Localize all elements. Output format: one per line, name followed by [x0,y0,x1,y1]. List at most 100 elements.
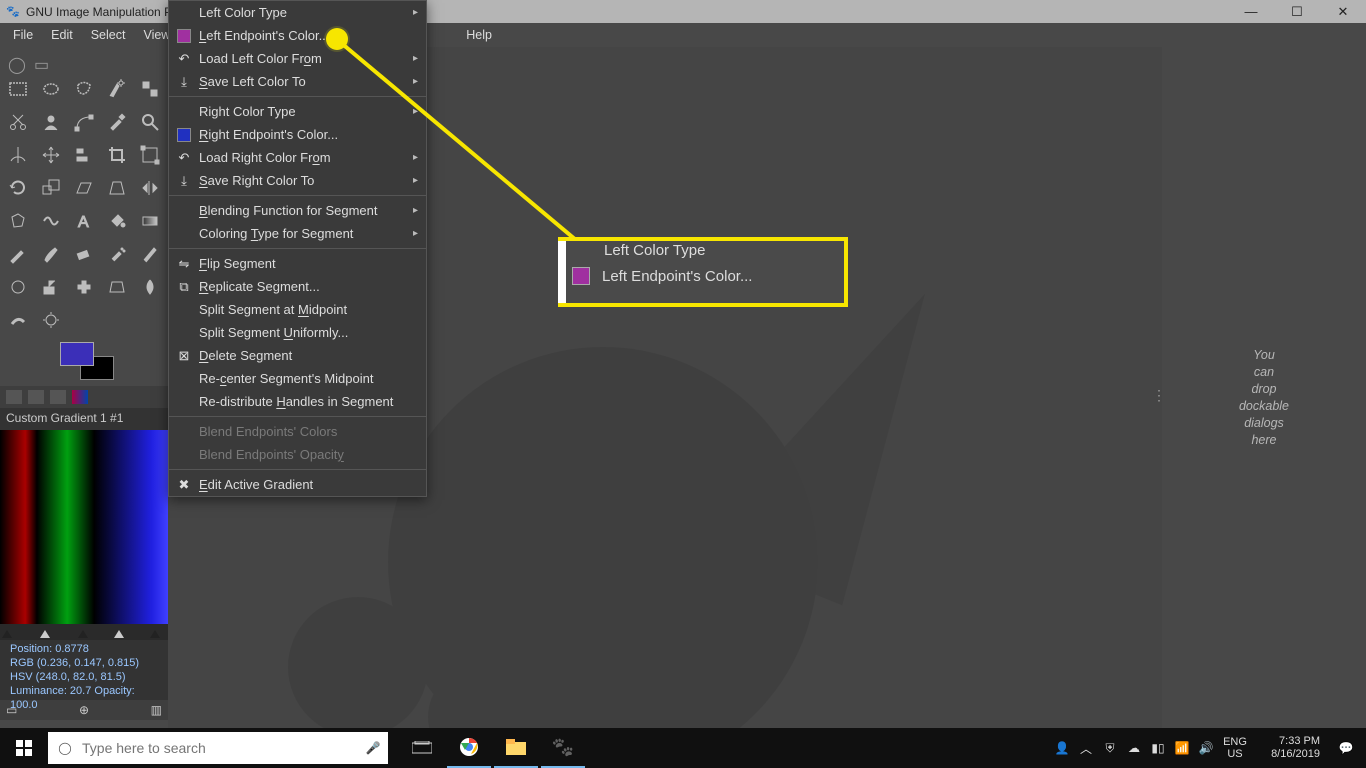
menu-right-color-type[interactable]: Right Color Type▸ [169,100,426,123]
tool-fuzzy-select[interactable] [101,73,133,105]
tool-paths[interactable] [68,106,100,138]
menu-load-right-color-from[interactable]: ↶Load Right Color From▸ [169,146,426,169]
window-maximize-button[interactable]: ☐ [1274,0,1320,23]
menu-split-uniformly[interactable]: Split Segment Uniformly... [169,321,426,344]
tool-shear[interactable] [68,172,100,204]
tool-measure[interactable] [2,139,34,171]
tool-warp[interactable] [35,205,67,237]
tab-tool-options-icon[interactable] [6,390,22,404]
tool-pencil[interactable] [2,238,34,270]
taskbar-gimp[interactable]: 🐾 [541,728,585,768]
menu-edit-active-gradient[interactable]: ✖Edit Active Gradient [169,473,426,496]
menu-recenter-midpoint[interactable]: Re-center Segment's Midpoint [169,367,426,390]
menu-help[interactable]: Help [457,25,501,45]
menu-edit[interactable]: Edit [42,25,82,45]
tool-smudge[interactable] [2,304,34,336]
taskbar-file-explorer[interactable] [494,728,538,768]
gradient-handle-bar[interactable] [0,624,168,640]
menu-right-endpoint-color[interactable]: Right Endpoint's Color... [169,123,426,146]
menu-left-endpoint-color[interactable]: Left Endpoint's Color... [169,24,426,47]
tool-scissors[interactable] [2,106,34,138]
cortana-icon[interactable]: ◯ [48,741,82,755]
search-input[interactable] [82,740,358,756]
toolbox: A [0,69,168,338]
tool-rect-select[interactable] [2,73,34,105]
tool-align[interactable] [68,139,100,171]
tool-mypaint[interactable] [2,271,34,303]
tray-volume-icon[interactable]: 🔊 [1194,741,1218,755]
menu-replicate-segment[interactable]: ⧉Replicate Segment... [169,275,426,298]
menu-coloring-type[interactable]: Coloring Type for Segment▸ [169,222,426,245]
tool-flip[interactable] [134,172,166,204]
menu-delete-segment[interactable]: ⊠Delete Segment [169,344,426,367]
menu-blending-function[interactable]: Blending Function for Segment▸ [169,199,426,222]
tab-brushes-icon[interactable] [28,390,44,404]
tool-move[interactable] [35,139,67,171]
tool-rotate[interactable] [2,172,34,204]
tool-unified-transform[interactable] [134,139,166,171]
tool-eraser[interactable] [68,238,100,270]
tray-chevron-up-icon[interactable]: ︿ [1074,740,1098,757]
menu-left-color-type[interactable]: Left Color Type▸ [169,1,426,24]
tool-foreground-select[interactable] [35,106,67,138]
menu-flip-segment[interactable]: ⇋Flip Segment [169,252,426,275]
dock-more-button[interactable]: ▥ [151,703,162,717]
tool-bucket-fill[interactable] [101,205,133,237]
menu-redistribute-handles[interactable]: Re-distribute Handles in Segment [169,390,426,413]
window-close-button[interactable]: ✕ [1320,0,1366,23]
dock-tab-icon[interactable]: ▭ [34,55,48,69]
dock-edit-button[interactable]: ▭ [6,703,17,717]
start-button[interactable] [0,728,48,768]
tool-perspective-clone[interactable] [101,271,133,303]
tray-language[interactable]: ENGUS [1218,736,1252,760]
tool-gradient[interactable] [134,205,166,237]
tray-people-icon[interactable]: 👤 [1050,741,1074,755]
tray-wifi-icon[interactable]: 📶 [1170,741,1194,755]
tool-perspective[interactable] [101,172,133,204]
dock-drop-hint: You can drop dockable dialogs here [1162,347,1366,449]
tool-text[interactable]: A [68,205,100,237]
tool-crop[interactable] [101,139,133,171]
tool-ink[interactable] [134,238,166,270]
replicate-icon: ⧉ [175,279,193,295]
tool-heal[interactable] [68,271,100,303]
dock-zoom-button[interactable]: ⊕ [79,703,89,717]
tool-airbrush[interactable] [101,238,133,270]
taskbar-search[interactable]: ◯ 🎤 [48,732,388,764]
mic-icon[interactable]: 🎤 [358,741,388,755]
callout-main-label: Left Endpoint's Color... [602,268,752,285]
menu-load-left-color-from[interactable]: ↶Load Left Color From▸ [169,47,426,70]
taskbar-chrome[interactable] [447,728,491,768]
tool-scale[interactable] [35,172,67,204]
tab-gradients-icon[interactable] [72,390,88,404]
tray-battery-icon[interactable]: ▮▯ [1146,741,1170,755]
tool-paintbrush[interactable] [35,238,67,270]
tray-onedrive-icon[interactable]: ☁ [1122,741,1146,755]
fg-bg-colors[interactable] [60,342,120,384]
menu-file[interactable]: File [4,25,42,45]
gradient-preview[interactable] [0,430,168,624]
tool-cage[interactable] [2,205,34,237]
tool-zoom[interactable] [134,106,166,138]
menu-separator [169,96,426,97]
tab-patterns-icon[interactable] [50,390,66,404]
tool-clone[interactable] [35,271,67,303]
window-minimize-button[interactable]: — [1228,0,1274,23]
menu-split-midpoint[interactable]: Split Segment at Midpoint [169,298,426,321]
fg-color-swatch[interactable] [60,342,94,366]
task-view-button[interactable] [400,728,444,768]
tool-ellipse-select[interactable] [35,73,67,105]
tray-clock[interactable]: 7:33 PM8/16/2019 [1252,735,1326,761]
tool-dodge[interactable] [35,304,67,336]
left-dock: ◯ ▭ A [0,47,168,739]
menu-select[interactable]: Select [82,25,135,45]
tool-blur[interactable] [134,271,166,303]
tool-by-color-select[interactable] [134,73,166,105]
dock-tab-icon[interactable]: ◯ [8,55,22,69]
tray-notifications-icon[interactable]: 💬 [1326,741,1366,755]
tray-security-icon[interactable]: ⛨ [1098,741,1122,756]
menu-save-right-color-to[interactable]: ⤓Save Right Color To▸ [169,169,426,192]
tool-free-select[interactable] [68,73,100,105]
tool-color-picker[interactable] [101,106,133,138]
menu-separator [169,416,426,417]
